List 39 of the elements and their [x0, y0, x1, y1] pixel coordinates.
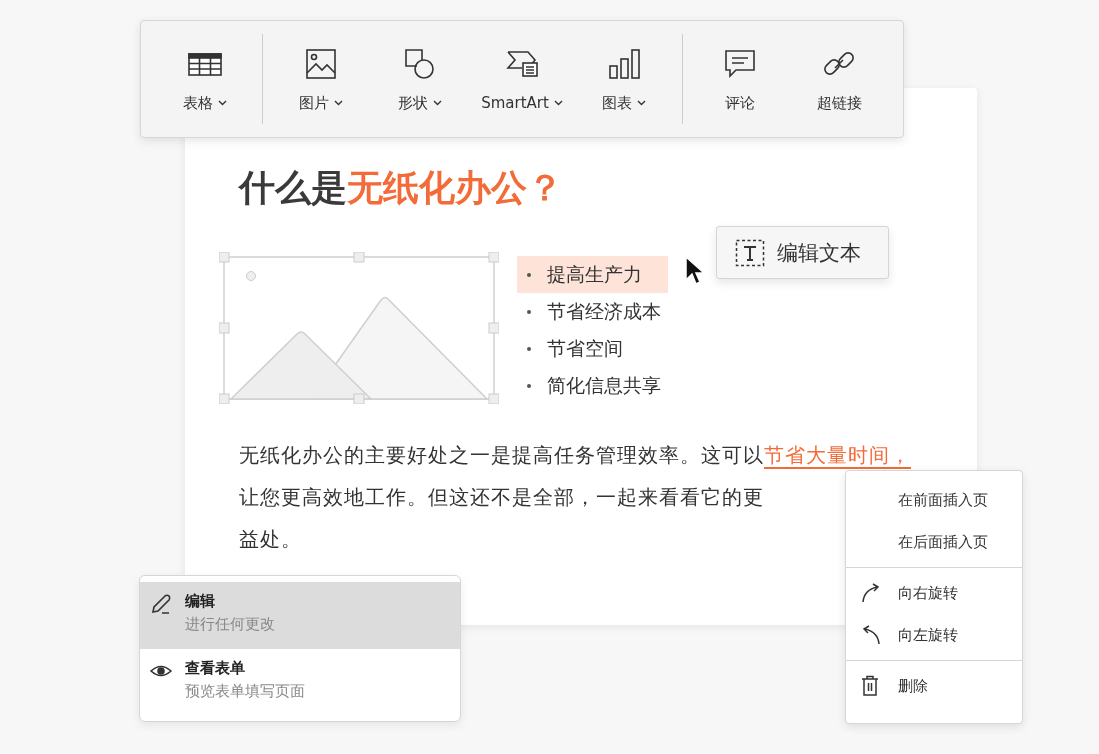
menu-item[interactable]: 删除	[846, 665, 1022, 707]
toolbar-button[interactable]: SmartArt	[469, 38, 575, 120]
image-placeholder-drawing[interactable]	[219, 252, 499, 404]
toolbar-button[interactable]: 表格	[155, 37, 255, 121]
title-text: 什么是	[239, 167, 347, 208]
toolbar-button[interactable]: 形状	[370, 37, 470, 121]
bullet-icon	[527, 383, 531, 388]
caret-icon	[217, 100, 227, 106]
bullet-icon	[527, 346, 531, 351]
caret-icon	[432, 100, 442, 106]
caret-icon	[333, 100, 343, 106]
edit-text-button[interactable]: 编辑文本	[716, 226, 889, 279]
pencil-icon	[149, 592, 173, 616]
menu-item-description: 进行任何更改	[185, 615, 275, 634]
rotate-left-icon	[860, 624, 882, 646]
caret-icon	[637, 100, 647, 106]
menu-item[interactable]: 向左旋转	[846, 614, 1022, 656]
rotate-right-icon	[860, 582, 882, 604]
menu-item[interactable]: 查看表单 预览表单填写页面	[140, 649, 460, 716]
toolbar-button[interactable]: 图片	[271, 37, 371, 121]
menu-item-description: 预览表单填写页面	[185, 682, 305, 701]
toolbar-button[interactable]: 图表	[574, 37, 674, 121]
list-item-text: 简化信息共享	[547, 372, 661, 398]
trash-icon	[860, 675, 880, 697]
bullet-icon	[527, 309, 531, 314]
menu-item[interactable]: 在后面插入页	[846, 521, 1022, 563]
list-item-text: 节省空间	[547, 335, 623, 361]
text-box-icon	[735, 238, 765, 267]
toolbar-button[interactable]: 评论	[690, 37, 790, 121]
title-text: 无纸化办公？	[347, 167, 563, 208]
toolbar-button[interactable]: 超链接	[789, 37, 889, 121]
caret-icon	[553, 100, 563, 106]
list-item-text: 提高生产力	[547, 261, 642, 287]
menu-item-title: 查看表单	[185, 659, 246, 678]
menu-item[interactable]: 向右旋转	[846, 572, 1022, 614]
bullet-icon	[527, 272, 531, 277]
list-item-text: 节省经济成本	[547, 298, 661, 324]
menu-item-title: 编辑	[185, 592, 216, 611]
menu-item[interactable]: 编辑 进行任何更改	[140, 582, 460, 649]
